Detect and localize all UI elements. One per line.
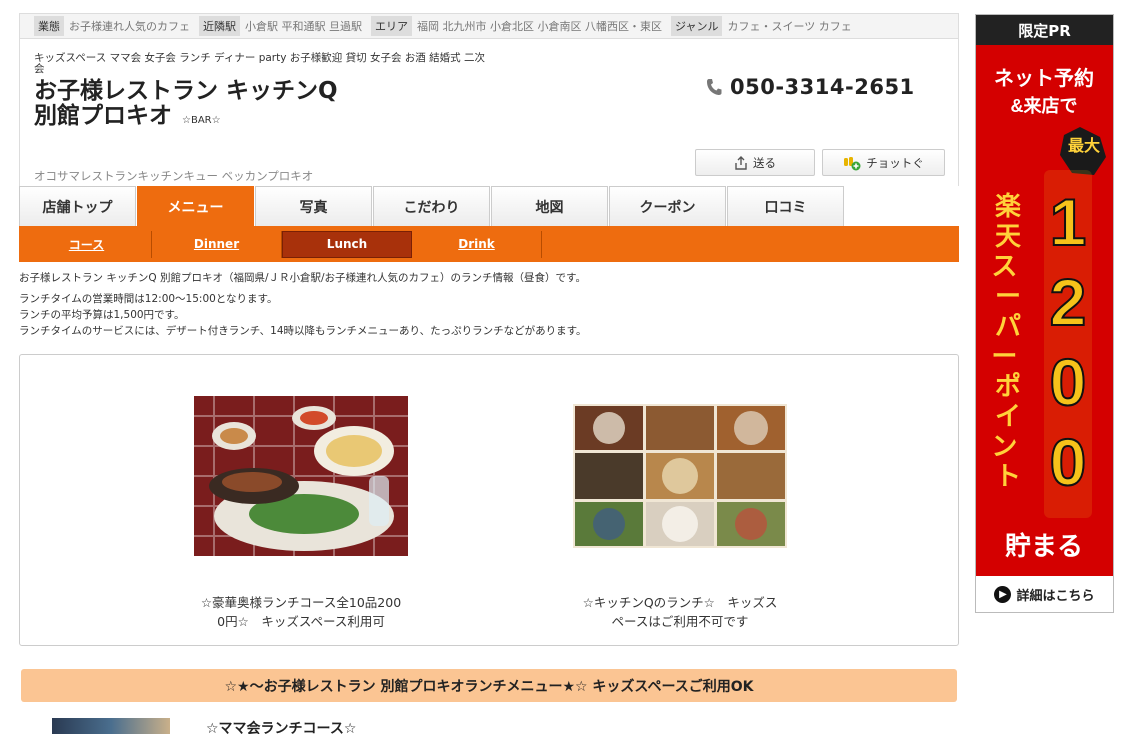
subnav-dinner[interactable]: Dinner — [152, 230, 282, 258]
ad-suffix: 貯まる — [1005, 531, 1083, 561]
shop-name-sub: ☆BAR☆ — [182, 115, 221, 126]
ad-artwork[interactable]: ネット予約 &来店で 最大 楽天ス ーパー ポイン ト 1200 貯まる — [976, 45, 1113, 578]
desc-line-4: ランチタイムのサービスには、デザート付きランチ、14時以降もランチメニューあり、… — [19, 325, 587, 337]
photo-caption: ☆豪華奥様ランチコース全10品200 0円☆ キッズスペース利用可 — [200, 595, 402, 629]
desc-line-2: ランチタイムの営業時間は12:00～15:00となります。 — [19, 293, 278, 305]
ad-label: 限定PR — [976, 15, 1113, 45]
tab-coupon[interactable]: クーポン — [609, 186, 726, 226]
arrow-right-icon: ▶ — [994, 585, 1012, 603]
lunch-course-photo[interactable] — [194, 396, 408, 556]
ad-max-badge: 最大 — [1068, 136, 1100, 155]
tab-map[interactable]: 地図 — [491, 186, 608, 226]
shop-tags: キッズスペース ママ会 女子会 ランチ ディナー party お子様歓迎 貸切 … — [34, 52, 485, 75]
shop-name-line1: お子様レストラン キッチンQ — [34, 78, 338, 104]
desc-line-3: ランチの平均予算は1,500円です。 — [19, 309, 185, 321]
info-value-genre[interactable]: カフェ・スイーツ カフェ — [727, 18, 851, 34]
shop-header: キッズスペース ママ会 女子会 ランチ ディナー party お子様歓迎 貸切 … — [19, 38, 959, 186]
ad-cta-label: 詳細はこちら — [1016, 588, 1095, 604]
ad-brand: 楽天ス ーパー ポイン ト — [991, 191, 1024, 491]
phone-number[interactable]: 050-3314-2651 — [730, 75, 915, 99]
ad-line1: ネット予約 — [994, 66, 1094, 90]
desc-line-1: お子様レストラン キッチンQ 別館プロキオ（福岡県/ＪＲ小倉駅/お子様連れ人気の… — [19, 272, 586, 284]
info-value-station[interactable]: 小倉駅 平和通駅 旦過駅 — [245, 18, 362, 34]
tab-photos[interactable]: 写真 — [255, 186, 372, 226]
subnav-course[interactable]: コース — [22, 230, 152, 258]
lunch-description: お子様レストラン キッチンQ 別館プロキオ（福岡県/ＪＲ小倉駅/お子様連れ人気の… — [19, 270, 587, 339]
shop-kana: オコサマレストランキッチンキュー ベッカンプロキオ — [34, 169, 314, 183]
lunch-menu-heading: ☆★～お子様レストラン 別館プロキオランチメニュー★☆ キッズスペースご利用OK — [21, 669, 957, 702]
info-label-genre: ジャンル — [671, 16, 723, 36]
course-title: ☆ママ会ランチコース☆ — [206, 721, 357, 734]
main-tabs: 店舗トップ メニュー 写真 こだわり 地図 クーポン 口コミ — [19, 186, 959, 226]
course-thumbnail[interactable] — [52, 718, 170, 734]
shop-name: お子様レストラン キッチンQ 別館プロキオ ☆BAR☆ — [34, 79, 338, 133]
chotto-button[interactable]: チョットぐ — [822, 149, 945, 176]
ad-points: 1200 — [1044, 170, 1092, 518]
subnav-drink[interactable]: Drink — [412, 230, 542, 258]
info-bar: 業態 お子様連れ人気のカフェ 近隣駅 小倉駅 平和通駅 旦過駅 エリア 福岡 北… — [19, 13, 959, 38]
subnav-lunch[interactable]: Lunch — [282, 230, 412, 258]
phone-block: 050-3314-2651 — [706, 75, 915, 99]
tab-reviews[interactable]: 口コミ — [727, 186, 844, 226]
shop-name-line2: 別館プロキオ — [34, 103, 172, 129]
photo-caption: ☆キッチンQのランチ☆ キッズス ペースはご利用不可です — [582, 595, 778, 629]
main-column: 業態 お子様連れ人気のカフェ 近隣駅 小倉駅 平和通駅 旦過駅 エリア 福岡 北… — [19, 13, 959, 262]
photo-item[interactable]: ☆豪華奥様ランチコース全10品200 0円☆ キッズスペース利用可 — [151, 396, 451, 631]
info-value-area[interactable]: 福岡 北九州市 小倉北区 小倉南区 八幡西区・東区 — [417, 18, 662, 34]
lunch-collage-photo[interactable] — [573, 404, 787, 548]
menu-subnav: コース Dinner Lunch Drink — [19, 226, 959, 262]
ad-banner[interactable]: 限定PR ネット予約 &来店で 最大 楽天ス ーパー ポイン ト 1200 貯ま… — [975, 14, 1114, 613]
share-icon — [735, 155, 747, 170]
ad-cta[interactable]: ▶ 詳細はこちら — [976, 576, 1113, 612]
photo-item[interactable]: ☆キッチンQのランチ☆ キッズス ペースはご利用不可です — [530, 404, 830, 631]
tab-top[interactable]: 店舗トップ — [19, 186, 136, 226]
chotto-label: チョットぐ — [866, 155, 924, 170]
send-button[interactable]: 送る — [695, 149, 815, 176]
lunch-photos-panel: ☆豪華奥様ランチコース全10品200 0円☆ キッズスペース利用可 ☆キッチンQ… — [19, 354, 959, 646]
hands-plus-icon — [844, 156, 861, 170]
info-label-category: 業態 — [34, 16, 64, 36]
info-label-area: エリア — [371, 16, 412, 36]
tab-menu[interactable]: メニュー — [137, 186, 254, 226]
phone-icon — [707, 79, 722, 95]
ad-line2: &来店で — [1011, 95, 1078, 116]
info-value-category[interactable]: お子様連れ人気のカフェ — [69, 18, 190, 34]
send-label: 送る — [753, 155, 776, 170]
tab-kodawari[interactable]: こだわり — [373, 186, 490, 226]
info-label-station: 近隣駅 — [199, 16, 240, 36]
